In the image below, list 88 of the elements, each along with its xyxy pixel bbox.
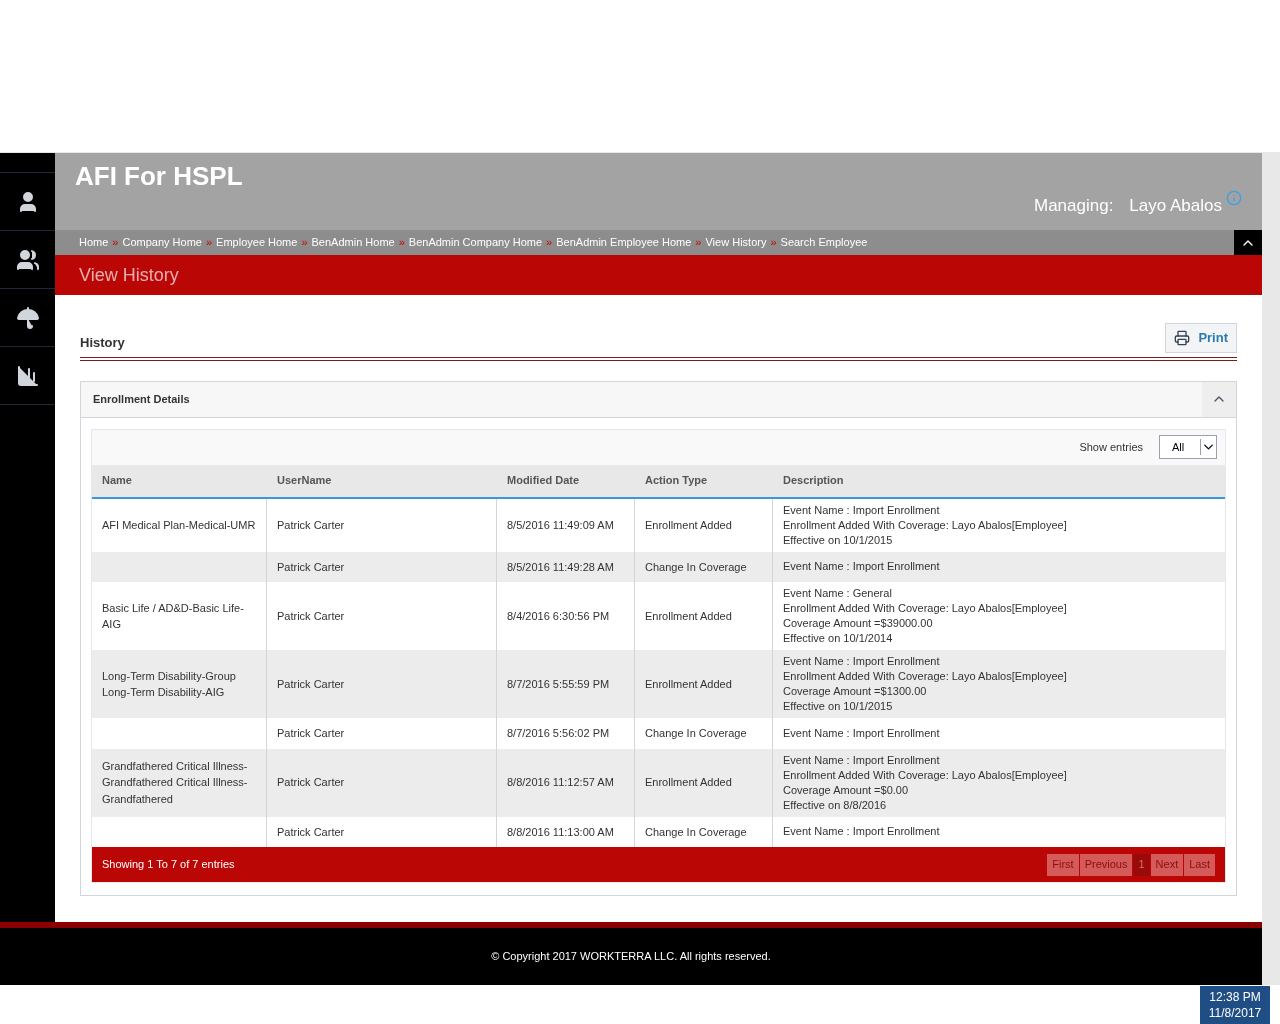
description-line: Enrollment Added With Coverage: Layo Abalos[Employee] xyxy=(783,517,1068,533)
description-line: Event Name : Import Enrollment xyxy=(783,725,941,741)
breadcrumb-link[interactable]: View History xyxy=(705,234,767,251)
table-cell-text: Change In Coverage xyxy=(645,559,747,575)
table-cell-text: Long-Term Disability-Group Long-Term Disability-AIG xyxy=(102,668,237,700)
breadcrumb-separator: » xyxy=(770,235,777,251)
breadcrumb-link[interactable]: Company Home xyxy=(122,234,202,251)
description-line: Effective on 8/8/2016 xyxy=(783,797,888,813)
printer-icon xyxy=(1174,329,1191,346)
breadcrumb-separator: » xyxy=(546,235,553,251)
breadcrumb-separator: » xyxy=(398,235,405,251)
column-header[interactable]: Description xyxy=(783,474,844,487)
description-line: Effective on 10/1/2015 xyxy=(783,699,894,714)
breadcrumb-separator: » xyxy=(695,235,702,251)
description-line: Event Name : General xyxy=(783,586,893,601)
description-line: Enrollment Added With Coverage: Layo Abalos[Employee] xyxy=(783,669,1068,684)
section-title: History xyxy=(80,334,125,352)
description-line: Event Name : Import Enrollment xyxy=(783,502,941,518)
print-button[interactable]: Print xyxy=(1165,323,1237,353)
entries-select[interactable]: All xyxy=(1159,435,1217,459)
app-title: AFI For HSPL xyxy=(75,160,243,193)
pagination-button[interactable]: Next xyxy=(1150,853,1184,876)
table-cell-text: Enrollment Added xyxy=(645,775,732,791)
panel-toggle[interactable] xyxy=(1202,381,1236,417)
table-cell-text: Enrollment Added xyxy=(645,517,732,533)
table-cell-text: Patrick Carter xyxy=(277,775,345,791)
taskbar-clock[interactable]: 12:38 PM 11/8/2017 xyxy=(1200,986,1270,1024)
column-header[interactable]: UserName xyxy=(277,474,332,487)
description-line: Effective on 10/1/2014 xyxy=(783,631,894,646)
table-cell-text: 8/7/2016 5:56:02 PM xyxy=(507,726,610,741)
table-cell-text: Change In Coverage xyxy=(645,726,747,741)
breadcrumb-link[interactable]: Employee Home xyxy=(216,234,298,251)
show-entries-label: Show entries xyxy=(1079,439,1143,455)
breadcrumb-link[interactable]: Search Employee xyxy=(780,234,868,251)
copyright-text: © Copyright 2017 WORKTERRA LLC. All rights reserved. xyxy=(491,949,771,965)
description-line: Coverage Amount =$39000.00 xyxy=(783,616,934,631)
description-line: Event Name : Import Enrollment xyxy=(783,824,941,840)
breadcrumb-link[interactable]: Home xyxy=(79,234,109,251)
table-cell-text: 8/5/2016 11:49:28 AM xyxy=(507,559,614,575)
breadcrumb-separator: » xyxy=(301,235,308,251)
pagination-button[interactable]: First xyxy=(1047,853,1079,876)
table-cell-text: Change In Coverage xyxy=(645,824,747,840)
description-line: Coverage Amount =$1300.00 xyxy=(783,684,928,699)
clock-time: 12:38 PM xyxy=(1209,989,1261,1005)
description-line: Enrollment Added With Coverage: Layo Abalos[Employee] xyxy=(783,601,1068,616)
description-line: Effective on 10/1/2015 xyxy=(783,532,894,548)
panel-title: Enrollment Details xyxy=(93,391,190,407)
column-header[interactable]: Action Type xyxy=(645,474,708,487)
table-cell-text: Grandfathered Critical Illness-Grandfathered Critical Illness-Grandfathered xyxy=(102,758,249,807)
description-line: Event Name : Import Enrollment xyxy=(783,654,941,669)
table-cell-text: Enrollment Added xyxy=(645,608,732,624)
description-line: Event Name : Import Enrollment xyxy=(783,752,941,768)
description-line: Event Name : Import Enrollment xyxy=(783,559,941,575)
page-title: View History xyxy=(79,263,179,287)
table-cell-text: 8/5/2016 11:49:09 AM xyxy=(507,517,614,533)
umbrella-icon[interactable] xyxy=(15,305,40,330)
table-cell-text: Basic Life / AD&D-Basic Life-AIG xyxy=(102,600,245,632)
breadcrumb-link[interactable]: BenAdmin Employee Home xyxy=(556,234,692,251)
table-cell-text: Patrick Carter xyxy=(277,559,345,575)
managing-name: Layo Abalos xyxy=(1129,194,1222,217)
entries-info: Showing 1 To 7 of 7 entries xyxy=(102,857,235,873)
pagination-button[interactable]: Last xyxy=(1184,853,1215,876)
clock-date: 11/8/2017 xyxy=(1208,1005,1262,1021)
breadcrumb-link[interactable]: BenAdmin Home xyxy=(311,234,395,251)
table-cell-text: 8/7/2016 5:55:59 PM xyxy=(507,676,610,692)
description-line: Coverage Amount =$0.00 xyxy=(783,782,910,798)
breadcrumb-link[interactable]: BenAdmin Company Home xyxy=(408,234,543,251)
table-cell-text: Enrollment Added xyxy=(645,676,732,692)
column-header[interactable]: Name xyxy=(102,474,132,487)
dropdown-arrow-icon xyxy=(1200,439,1216,455)
table-cell-text: Patrick Carter xyxy=(277,608,345,624)
people-icon[interactable] xyxy=(15,247,40,272)
pagination-button[interactable]: Previous xyxy=(1079,853,1133,876)
breadcrumb-separator: » xyxy=(112,235,119,251)
table-cell-text: 8/8/2016 11:13:00 AM xyxy=(507,824,614,840)
managing-label: Managing: xyxy=(1033,194,1114,217)
table-cell-text: Patrick Carter xyxy=(277,824,345,840)
table-cell-text: 8/4/2016 6:30:56 PM xyxy=(507,608,610,624)
table-cell-text: Patrick Carter xyxy=(277,517,345,533)
table-cell-text: 8/8/2016 11:12:57 AM xyxy=(507,775,614,791)
breadcrumb-separator: » xyxy=(205,235,213,251)
table-cell-text: AFI Medical Plan-Medical-UMR xyxy=(102,517,256,533)
collapse-button[interactable] xyxy=(1234,230,1262,255)
table-cell-text: Patrick Carter xyxy=(277,676,345,692)
pagination-button[interactable]: 1 xyxy=(1133,853,1150,876)
table-cell-text: Patrick Carter xyxy=(277,726,345,741)
column-header[interactable]: Modified Date xyxy=(507,474,580,487)
description-line: Enrollment Added With Coverage: Layo Abalos[Employee] xyxy=(783,767,1068,783)
